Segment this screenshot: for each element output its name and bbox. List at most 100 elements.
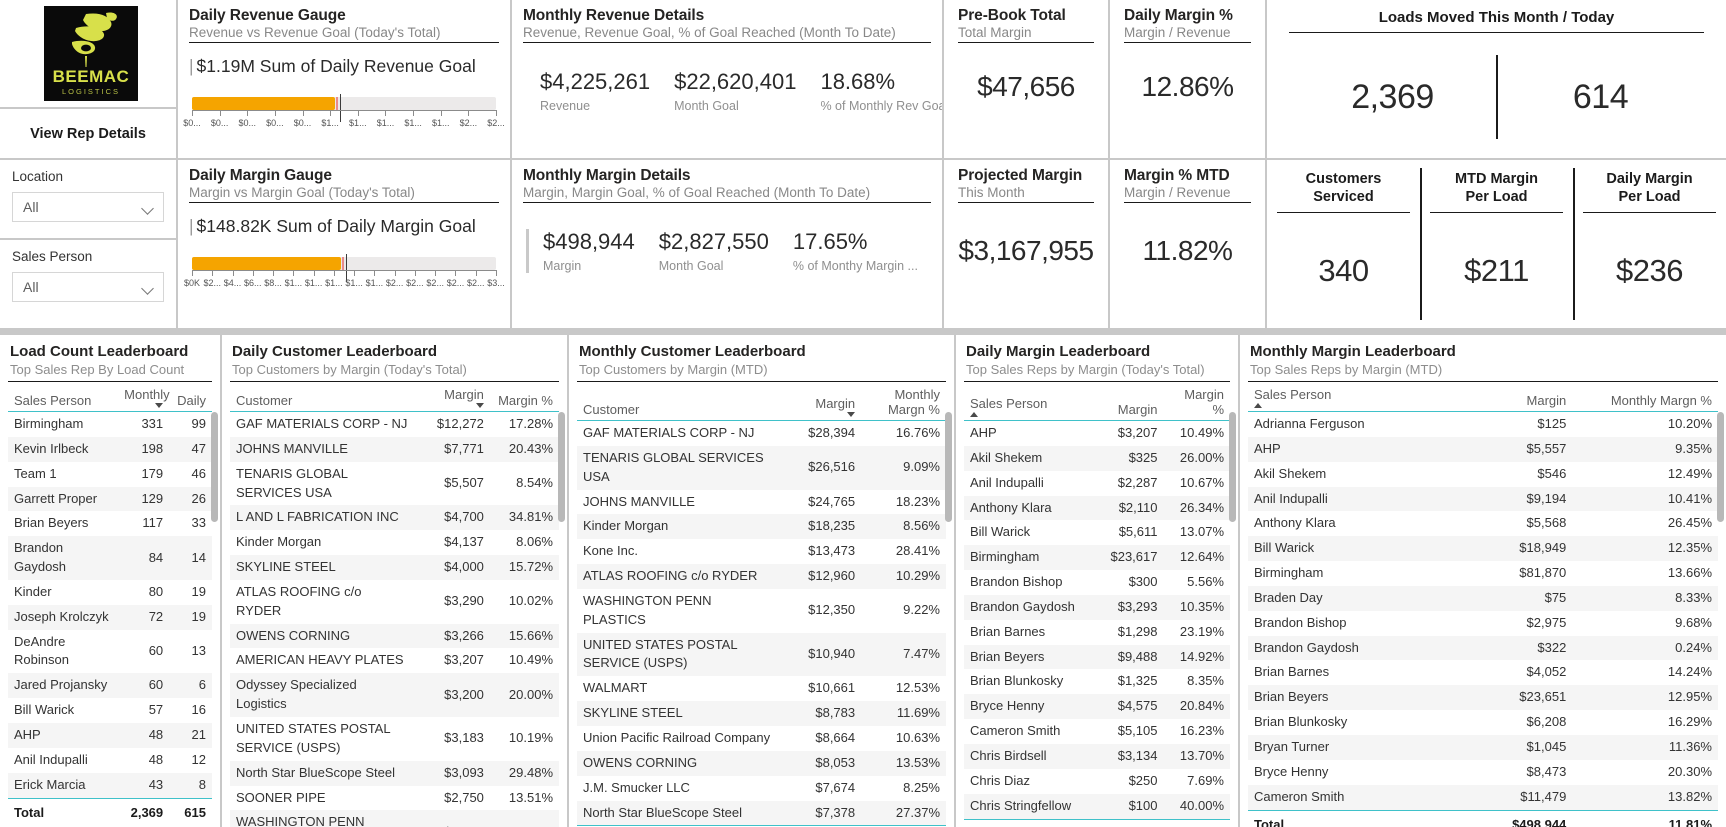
kpi-projected-margin[interactable]: Projected Margin This Month $3,167,955	[944, 160, 1108, 328]
table-row[interactable]: Chris Diaz $250 7.69%	[964, 769, 1230, 794]
column-header-2[interactable]: Margin	[1454, 382, 1573, 412]
table-row[interactable]: Union Pacific Railroad Company $8,664 10.6…	[577, 726, 946, 751]
vertical-scrollbar[interactable]	[1229, 412, 1236, 522]
table-daily-margin-leaderboard[interactable]: Daily Margin Leaderboard Top Sales Reps b…	[956, 335, 1238, 827]
table-row[interactable]: UNITED STATES POSTAL SERVICE (USPS) $10,9…	[577, 632, 946, 677]
table-row[interactable]: Cameron Smith $11,479 13.82%	[1248, 784, 1718, 810]
vertical-scrollbar[interactable]	[211, 412, 218, 522]
table-row[interactable]: L AND L FABRICATION INC $4,700 34.81%	[230, 505, 559, 531]
table-row[interactable]: Akil Shekem $325 26.00%	[964, 445, 1230, 471]
table-row[interactable]: Brian Barnes $4,052 14.24%	[1248, 660, 1718, 685]
table-row[interactable]: Anil Indupalli 48 12	[8, 748, 212, 773]
table-row[interactable]: WALMART $10,661 12.53%	[577, 676, 946, 701]
slicer-sales-person-dropdown[interactable]: All	[12, 272, 164, 302]
column-header-3[interactable]: Margin %	[489, 382, 559, 412]
vertical-scrollbar[interactable]	[558, 412, 565, 522]
table-monthly-customer-leaderboard[interactable]: Monthly Customer Leaderboard Top Customer…	[569, 335, 954, 827]
table-row[interactable]: Erick Marcia 43 8	[8, 772, 212, 798]
table-row[interactable]: Anthony Klara $2,110 26.34%	[964, 495, 1230, 521]
table-row[interactable]: Adrianna Ferguson $125 10.20%	[1248, 412, 1718, 437]
table-row[interactable]: Kone Inc. $13,473 28.41%	[577, 539, 946, 564]
column-header-1[interactable]: Customer	[230, 382, 415, 412]
table-row[interactable]: Cameron Smith $5,105 16.23%	[964, 719, 1230, 744]
column-header-3[interactable]: Monthly Margn %	[861, 382, 946, 421]
column-header-1[interactable]: Sales Person	[1248, 382, 1455, 412]
table-row[interactable]: Akil Shekem $546 12.49%	[1248, 462, 1718, 487]
table-row[interactable]: GAF MATERIALS CORP - NJ $12,272 17.28%	[230, 412, 559, 437]
table-row[interactable]: Odyssey Specialized Logistics $3,200 20.00…	[230, 673, 559, 717]
table-row[interactable]: J.M. Smucker LLC $7,674 8.25%	[577, 776, 946, 801]
column-header-3[interactable]: Margin %	[1163, 382, 1230, 421]
table-row[interactable]: Kinder 80 19	[8, 580, 212, 605]
table-daily-customer-leaderboard[interactable]: Daily Customer Leaderboard Top Customers …	[222, 335, 567, 827]
column-header-2[interactable]: Monthly	[118, 382, 170, 412]
table-row[interactable]: Brian Beyers 117 33	[8, 511, 212, 536]
column-header-1[interactable]: Customer	[577, 382, 784, 421]
table-row[interactable]: Joseph Krolczyk 72 19	[8, 604, 212, 630]
table-row[interactable]: UNITED STATES POSTAL SERVICE (USPS) $3,18…	[230, 717, 559, 761]
column-header-1[interactable]: Sales Person	[8, 382, 119, 412]
table-row[interactable]: Brian Blunkosky $6,208 16.29%	[1248, 710, 1718, 735]
table-row[interactable]: Bill Warick $5,611 13.07%	[964, 520, 1230, 545]
table-row[interactable]: Bill Warick 57 16	[8, 698, 212, 723]
table-row[interactable]: Brandon Gaydosh $3,293 10.35%	[964, 594, 1230, 620]
table-row[interactable]: WASHINGTON PENN PLASTICS $12,350 9.22%	[577, 589, 946, 633]
table-row[interactable]: TENARIS GLOBAL SERVICES USA $5,507 8.54%	[230, 462, 559, 506]
table-row[interactable]: Anthony Klara $5,568 26.45%	[1248, 511, 1718, 536]
kpi-pre-book-total[interactable]: Pre-Book Total Total Margin $47,656	[944, 0, 1108, 158]
table-row[interactable]: Brian Barnes $1,298 23.19%	[964, 620, 1230, 645]
table-row[interactable]: AHP 48 21	[8, 722, 212, 748]
table-row[interactable]: ATLAS ROOFING c/o RYDER $3,290 10.02%	[230, 580, 559, 624]
daily-revenue-gauge-card[interactable]: Daily Revenue Gauge Revenue vs Revenue G…	[178, 0, 510, 158]
table-row[interactable]: Kinder Morgan $4,137 8.06%	[230, 530, 559, 555]
kpi-margin-pct-mtd[interactable]: Margin % MTD Margin / Revenue 11.82%	[1110, 160, 1265, 328]
column-header-2[interactable]: Margin	[783, 382, 862, 421]
table-row[interactable]: Brandon Bishop $2,975 9.68%	[1248, 611, 1718, 636]
slicer-location[interactable]: Location All	[0, 160, 176, 238]
per-load-metrics-card[interactable]: Customers Serviced 340 MTD Margin Per Lo…	[1267, 160, 1726, 328]
loads-moved-card[interactable]: Loads Moved This Month / Today 2,369 614	[1267, 0, 1726, 158]
table-row[interactable]: Chris Birdsell $3,134 13.70%	[964, 743, 1230, 769]
table-row[interactable]: North Star BlueScope Steel $3,093 29.48%	[230, 760, 559, 786]
table-row[interactable]: Kinder Morgan $18,235 8.56%	[577, 514, 946, 540]
table-row[interactable]: DeAndre Robinson 60 13	[8, 630, 212, 674]
vertical-scrollbar[interactable]	[945, 412, 952, 522]
table-row[interactable]: Birmingham $81,870 13.66%	[1248, 561, 1718, 586]
monthly-margin-details-card[interactable]: Monthly Margin Details Margin, Margin Go…	[512, 160, 942, 328]
table-row[interactable]: Birmingham $23,617 12.64%	[964, 545, 1230, 571]
table-row[interactable]: Anil Indupalli $2,287 10.67%	[964, 471, 1230, 496]
table-row[interactable]: Braden Day $75 8.33%	[1248, 585, 1718, 611]
table-row[interactable]: Bryce Henny $8,473 20.30%	[1248, 760, 1718, 785]
table-row[interactable]: WASHINGTON PENN PLASTICS $2,70010.36%	[230, 810, 559, 827]
table-row[interactable]: Bill Warick $18,949 12.35%	[1248, 536, 1718, 562]
table-row[interactable]: OWENS CORNING $8,053 13.53%	[577, 750, 946, 776]
column-header-1[interactable]: Sales Person	[964, 382, 1092, 421]
table-load-count-leaderboard[interactable]: Load Count Leaderboard Top Sales Rep By L…	[0, 335, 220, 827]
table-monthly-margin-leaderboard[interactable]: Monthly Margin Leaderboard Top Sales Reps…	[1240, 335, 1726, 827]
column-header-3[interactable]: Daily	[169, 382, 212, 412]
column-header-2[interactable]: Margin	[414, 382, 490, 412]
table-row[interactable]: Brandon Gaydosh $322 0.24%	[1248, 635, 1718, 661]
table-row[interactable]: OWENS CORNING $3,266 15.66%	[230, 623, 559, 649]
table-row[interactable]: Birmingham 331 99	[8, 412, 212, 437]
table-row[interactable]: SOONER PIPE $2,750 13.51%	[230, 786, 559, 811]
table-row[interactable]: Chris Stringfellow $100 40.00%	[964, 793, 1230, 819]
column-header-3[interactable]: Monthly Margn %	[1572, 382, 1718, 412]
table-row[interactable]: AHP $3,207 10.49%	[964, 421, 1230, 446]
table-row[interactable]: ATLAS ROOFING c/o RYDER $12,960 10.29%	[577, 564, 946, 589]
table-row[interactable]: Garrett Proper 129 26	[8, 486, 212, 512]
table-row[interactable]: JOHNS MANVILLE $7,771 20.43%	[230, 436, 559, 462]
table-row[interactable]: TENARIS GLOBAL SERVICES USA $26,516 9.09%	[577, 445, 946, 490]
table-row[interactable]: Brian Beyers $9,488 14.92%	[964, 644, 1230, 670]
slicer-sales-person[interactable]: Sales Person All	[0, 240, 176, 328]
table-row[interactable]: Bryce Henny $4,575 20.84%	[964, 694, 1230, 720]
view-rep-details-card[interactable]: View Rep Details	[0, 109, 176, 158]
table-row[interactable]: Jared Projansky 60 6	[8, 673, 212, 699]
table-row[interactable]: Brandon Gaydosh 84 14	[8, 536, 212, 580]
table-row[interactable]: GAF MATERIALS CORP - NJ $28,394 16.76%	[577, 421, 946, 446]
table-row[interactable]: Team 1 179 46	[8, 462, 212, 487]
table-row[interactable]: Brian Beyers $23,651 12.95%	[1248, 685, 1718, 711]
slicer-location-dropdown[interactable]: All	[12, 192, 164, 222]
table-row[interactable]: North Star BlueScope Steel $7,378 27.37%	[577, 800, 946, 826]
daily-margin-gauge-card[interactable]: Daily Margin Gauge Margin vs Margin Goal…	[178, 160, 510, 328]
